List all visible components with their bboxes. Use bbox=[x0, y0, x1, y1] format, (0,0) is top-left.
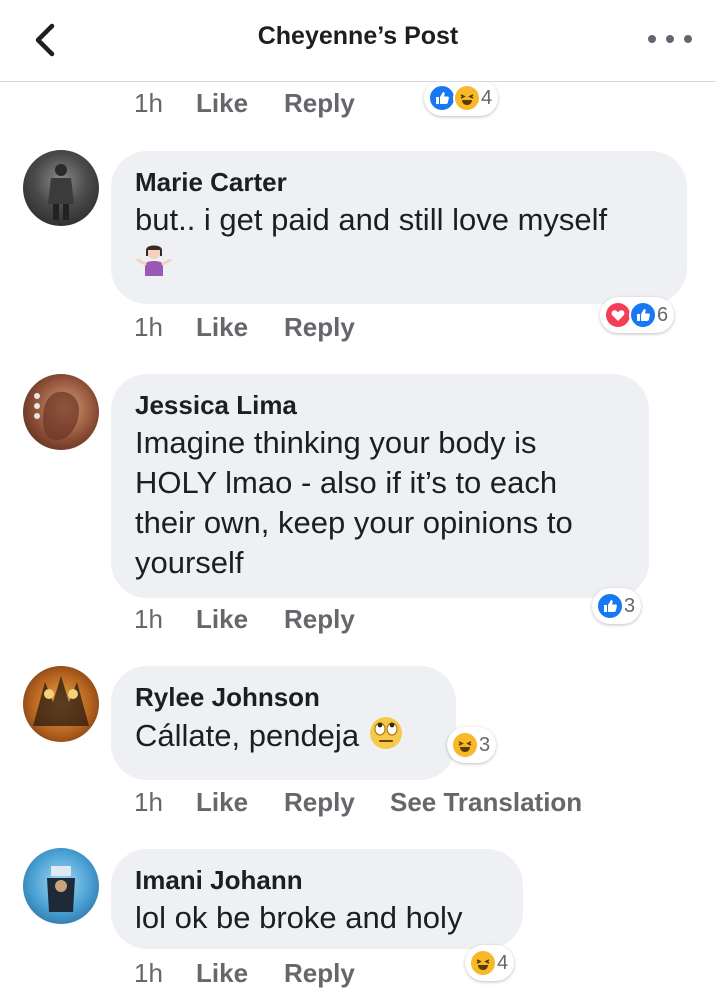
comment-timestamp: 1h bbox=[134, 312, 163, 342]
top-navigation-bar: Cheyenne’s Post bbox=[0, 0, 716, 82]
comment-actions-row: 1h Like Reply bbox=[134, 312, 390, 343]
like-reaction-icon bbox=[428, 84, 456, 112]
avatar[interactable] bbox=[23, 666, 99, 742]
comment-bubble[interactable]: Rylee Johnson Cállate, pendeja bbox=[111, 666, 456, 780]
reaction-count: 3 bbox=[624, 594, 636, 617]
like-reaction-icon bbox=[596, 592, 624, 620]
comment-actions-row: 1h Like Reply bbox=[134, 88, 390, 119]
like-reaction-icon bbox=[629, 301, 657, 329]
reaction-count: 3 bbox=[479, 733, 491, 756]
comment-author[interactable]: Imani Johann bbox=[135, 865, 499, 895]
comment-actions-row: 1h Like Reply bbox=[134, 604, 390, 635]
avatar[interactable] bbox=[23, 374, 99, 450]
like-link[interactable]: Like bbox=[196, 958, 284, 989]
comment-bubble[interactable]: Jessica Lima Imagine thinking your body … bbox=[111, 374, 649, 598]
comment-body: but.. i get paid and still love myself bbox=[135, 202, 608, 237]
haha-reaction-icon bbox=[451, 731, 479, 759]
comment-actions-row: 1h Like Reply bbox=[134, 958, 390, 989]
reaction-count: 4 bbox=[497, 951, 509, 974]
page-title: Cheyenne’s Post bbox=[257, 22, 459, 50]
comment-author[interactable]: Rylee Johnson bbox=[135, 682, 432, 712]
reaction-summary[interactable]: 3 bbox=[447, 727, 497, 763]
avatar[interactable] bbox=[23, 848, 99, 924]
reply-link[interactable]: Reply bbox=[284, 88, 390, 119]
reply-link[interactable]: Reply bbox=[284, 312, 390, 343]
more-options-icon[interactable] bbox=[648, 24, 692, 54]
comment-timestamp: 1h bbox=[134, 787, 163, 817]
comment-text: Cállate, pendeja bbox=[135, 715, 432, 761]
love-reaction-icon bbox=[604, 301, 632, 329]
reaction-count: 6 bbox=[657, 303, 669, 326]
reaction-summary[interactable]: 4 bbox=[424, 80, 499, 116]
like-link[interactable]: Like bbox=[196, 88, 284, 119]
comment-body: lol ok be broke and holy bbox=[135, 900, 463, 935]
woman-shrugging-emoji-icon bbox=[135, 240, 173, 288]
like-link[interactable]: Like bbox=[196, 787, 284, 818]
reply-link[interactable]: Reply bbox=[284, 958, 390, 989]
comment-bubble[interactable]: Marie Carter but.. i get paid and still … bbox=[111, 151, 687, 304]
like-link[interactable]: Like bbox=[196, 312, 284, 343]
reaction-summary[interactable]: 3 bbox=[592, 588, 642, 624]
comment-timestamp: 1h bbox=[134, 88, 163, 118]
comment-timestamp: 1h bbox=[134, 604, 163, 634]
comment-author[interactable]: Marie Carter bbox=[135, 167, 663, 197]
comment-actions-row: 1h Like Reply See Translation bbox=[134, 787, 582, 818]
haha-reaction-icon bbox=[469, 949, 497, 977]
comment-text: but.. i get paid and still love myself bbox=[135, 200, 663, 288]
comment-body: Cállate, pendeja bbox=[135, 718, 360, 754]
reply-link[interactable]: Reply bbox=[284, 604, 390, 635]
comment-timestamp: 1h bbox=[134, 958, 163, 988]
comment-bubble[interactable]: Imani Johann lol ok be broke and holy bbox=[111, 849, 523, 949]
reply-link[interactable]: Reply bbox=[284, 787, 390, 818]
see-translation-link[interactable]: See Translation bbox=[390, 787, 582, 818]
face-with-rolling-eyes-emoji-icon bbox=[368, 715, 404, 761]
reaction-count: 4 bbox=[481, 86, 493, 109]
comment-body: Imagine thinking your body is HOLY lmao … bbox=[135, 425, 573, 580]
like-link[interactable]: Like bbox=[196, 604, 284, 635]
reaction-summary[interactable]: 4 bbox=[465, 945, 515, 981]
comment-author[interactable]: Jessica Lima bbox=[135, 390, 625, 420]
avatar[interactable] bbox=[23, 150, 99, 226]
haha-reaction-icon bbox=[453, 84, 481, 112]
reaction-summary[interactable]: 6 bbox=[600, 297, 675, 333]
